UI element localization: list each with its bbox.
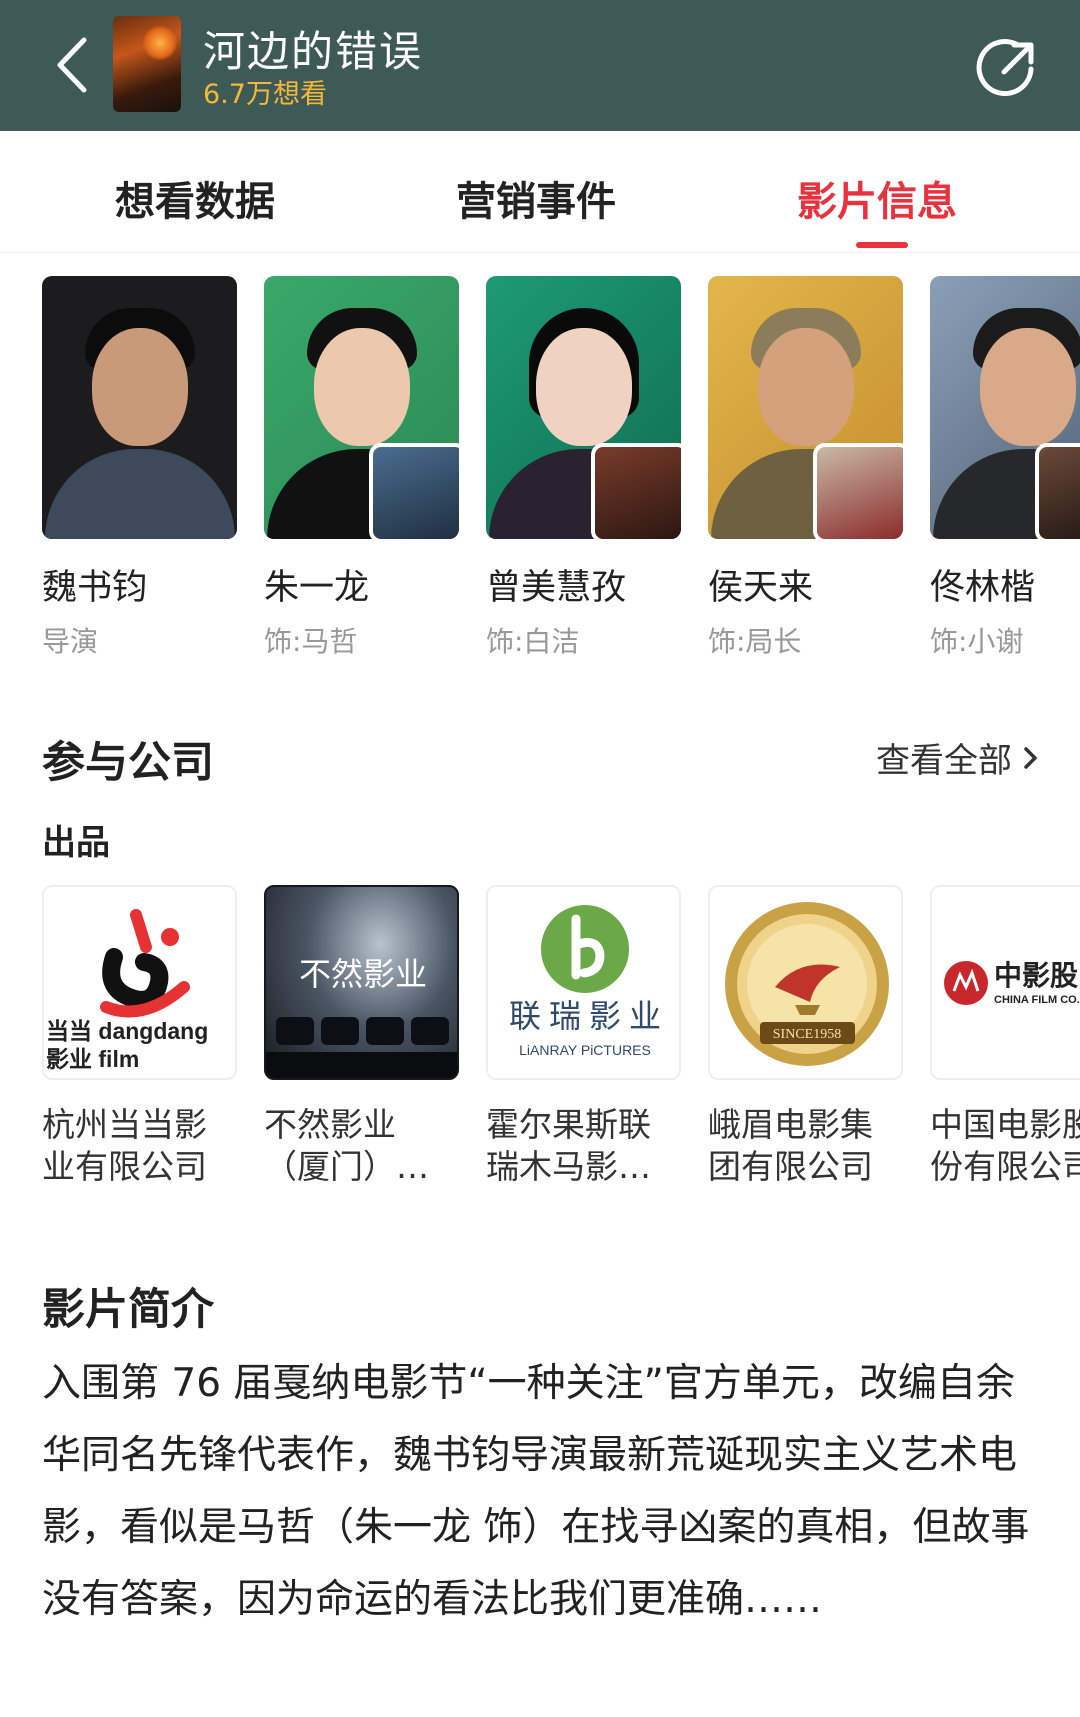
- company-logo: 中影股 CHINA FILM CO.: [930, 885, 1080, 1080]
- character-thumbnail: [591, 443, 681, 539]
- svg-text:影业 film: 影业 film: [46, 1046, 139, 1072]
- chevron-left-icon[interactable]: [40, 30, 110, 100]
- cast-card[interactable]: 曾美慧孜 饰:白洁: [486, 276, 681, 656]
- active-tab-indicator: [856, 242, 908, 248]
- companies-section-title: 参与公司: [42, 738, 214, 788]
- company-card[interactable]: 当当 dangdang 影业 film 杭州当当影业有限公司: [42, 885, 237, 1188]
- svg-text:CHINA FILM CO.: CHINA FILM CO.: [994, 994, 1080, 1006]
- cast-name: 魏书钧: [42, 568, 148, 608]
- svg-text:联 瑞 影 业: 联 瑞 影 业: [509, 998, 661, 1034]
- company-name: 中国电影股份有限公司: [930, 1105, 1080, 1186]
- buran-logo-icon: 不然影业: [266, 956, 457, 1078]
- company-logo: 联 瑞 影 业 LiANRAY PiCTURES: [486, 885, 681, 1080]
- movie-title: 河边的错误: [203, 27, 424, 76]
- company-name: 不然影业（厦门）…: [264, 1105, 429, 1186]
- company-name: 杭州当当影业有限公司: [42, 1105, 207, 1186]
- tab-want-data[interactable]: 想看数据: [115, 169, 275, 227]
- top-bar: 河边的错误 6.7万想看: [0, 0, 1080, 131]
- character-thumbnail: [813, 443, 903, 539]
- cast-list[interactable]: 魏书钧 导演 朱一龙 饰:马哲 曾美慧孜 饰:白洁 侯天来 饰:局长 佟林楷 饰…: [0, 276, 1080, 656]
- character-thumbnail: [369, 443, 459, 539]
- lianray-logo-icon: 联 瑞 影 业 LiANRAY PiCTURES: [509, 905, 661, 1058]
- cast-photo: [42, 276, 237, 539]
- cast-photo: [486, 276, 681, 539]
- cast-role: 饰:白洁: [486, 625, 580, 656]
- cast-role: 导演: [42, 625, 99, 656]
- cast-photo: [708, 276, 903, 539]
- character-thumbnail: [1035, 443, 1080, 539]
- company-name: 峨眉电影集团有限公司: [708, 1105, 873, 1186]
- company-name: 霍尔果斯联瑞木马影…: [486, 1105, 651, 1186]
- intro-text: 入围第 76 届戛纳电影节“一种关注”官方单元，改编自余华同名先锋代表作，魏书钧…: [42, 1361, 1030, 1622]
- producers-subtitle: 出品: [42, 823, 110, 863]
- movie-poster-thumbnail[interactable]: [113, 16, 181, 112]
- svg-text:LiANRAY PiCTURES: LiANRAY PiCTURES: [519, 1042, 651, 1058]
- want-to-see-count: 6.7万想看: [203, 79, 327, 110]
- cast-name: 侯天来: [708, 568, 814, 608]
- intro-section-title: 影片简介: [42, 1285, 214, 1335]
- company-logo: 不然影业: [264, 885, 459, 1080]
- company-logo: 当当 dangdang 影业 film: [42, 885, 237, 1080]
- cast-card[interactable]: 佟林楷 饰:小谢: [930, 276, 1080, 656]
- cast-card[interactable]: 魏书钧 导演: [42, 276, 237, 656]
- cast-card[interactable]: 侯天来 饰:局长: [708, 276, 903, 656]
- cast-card[interactable]: 朱一龙 饰:马哲: [264, 276, 459, 656]
- svg-text:不然影业: 不然影业: [299, 956, 427, 992]
- company-logo: SINCE1958: [708, 885, 903, 1080]
- cast-role: 饰:局长: [708, 625, 802, 656]
- cast-photo: [930, 276, 1080, 539]
- dangdang-logo-icon: 当当 dangdang 影业 film: [46, 909, 208, 1072]
- tab-bar: 想看数据 营销事件 影片信息: [0, 131, 1080, 253]
- company-card[interactable]: SINCE1958 峨眉电影集团有限公司: [708, 885, 903, 1188]
- view-all-label: 查看全部: [876, 741, 1012, 781]
- cast-photo: [264, 276, 459, 539]
- emei-logo-icon: SINCE1958: [725, 902, 889, 1066]
- tab-film-info[interactable]: 影片信息: [797, 169, 957, 227]
- svg-text:当当 dangdang: 当当 dangdang: [46, 1018, 208, 1044]
- china-film-logo-icon: 中影股 CHINA FILM CO.: [944, 960, 1080, 1006]
- cast-name: 朱一龙: [264, 568, 370, 608]
- view-all-companies-button[interactable]: 查看全部: [876, 733, 1040, 782]
- cast-name: 佟林楷: [930, 568, 1036, 608]
- company-card[interactable]: 联 瑞 影 业 LiANRAY PiCTURES 霍尔果斯联瑞木马影…: [486, 885, 681, 1188]
- svg-text:中影股: 中影股: [994, 960, 1078, 991]
- cast-name: 曾美慧孜: [486, 568, 627, 608]
- share-icon[interactable]: [974, 36, 1040, 102]
- cast-role: 饰:小谢: [930, 625, 1024, 656]
- tab-marketing-events[interactable]: 营销事件: [456, 169, 616, 227]
- company-list[interactable]: 当当 dangdang 影业 film 杭州当当影业有限公司 不然影业 不然影业…: [0, 885, 1080, 1195]
- chevron-right-icon: [1024, 746, 1037, 769]
- svg-text:SINCE1958: SINCE1958: [773, 1027, 841, 1042]
- cast-role: 饰:马哲: [264, 625, 358, 656]
- company-card[interactable]: 不然影业 不然影业（厦门）…: [264, 885, 459, 1188]
- company-card[interactable]: 中影股 CHINA FILM CO. 中国电影股份有限公司: [930, 885, 1080, 1188]
